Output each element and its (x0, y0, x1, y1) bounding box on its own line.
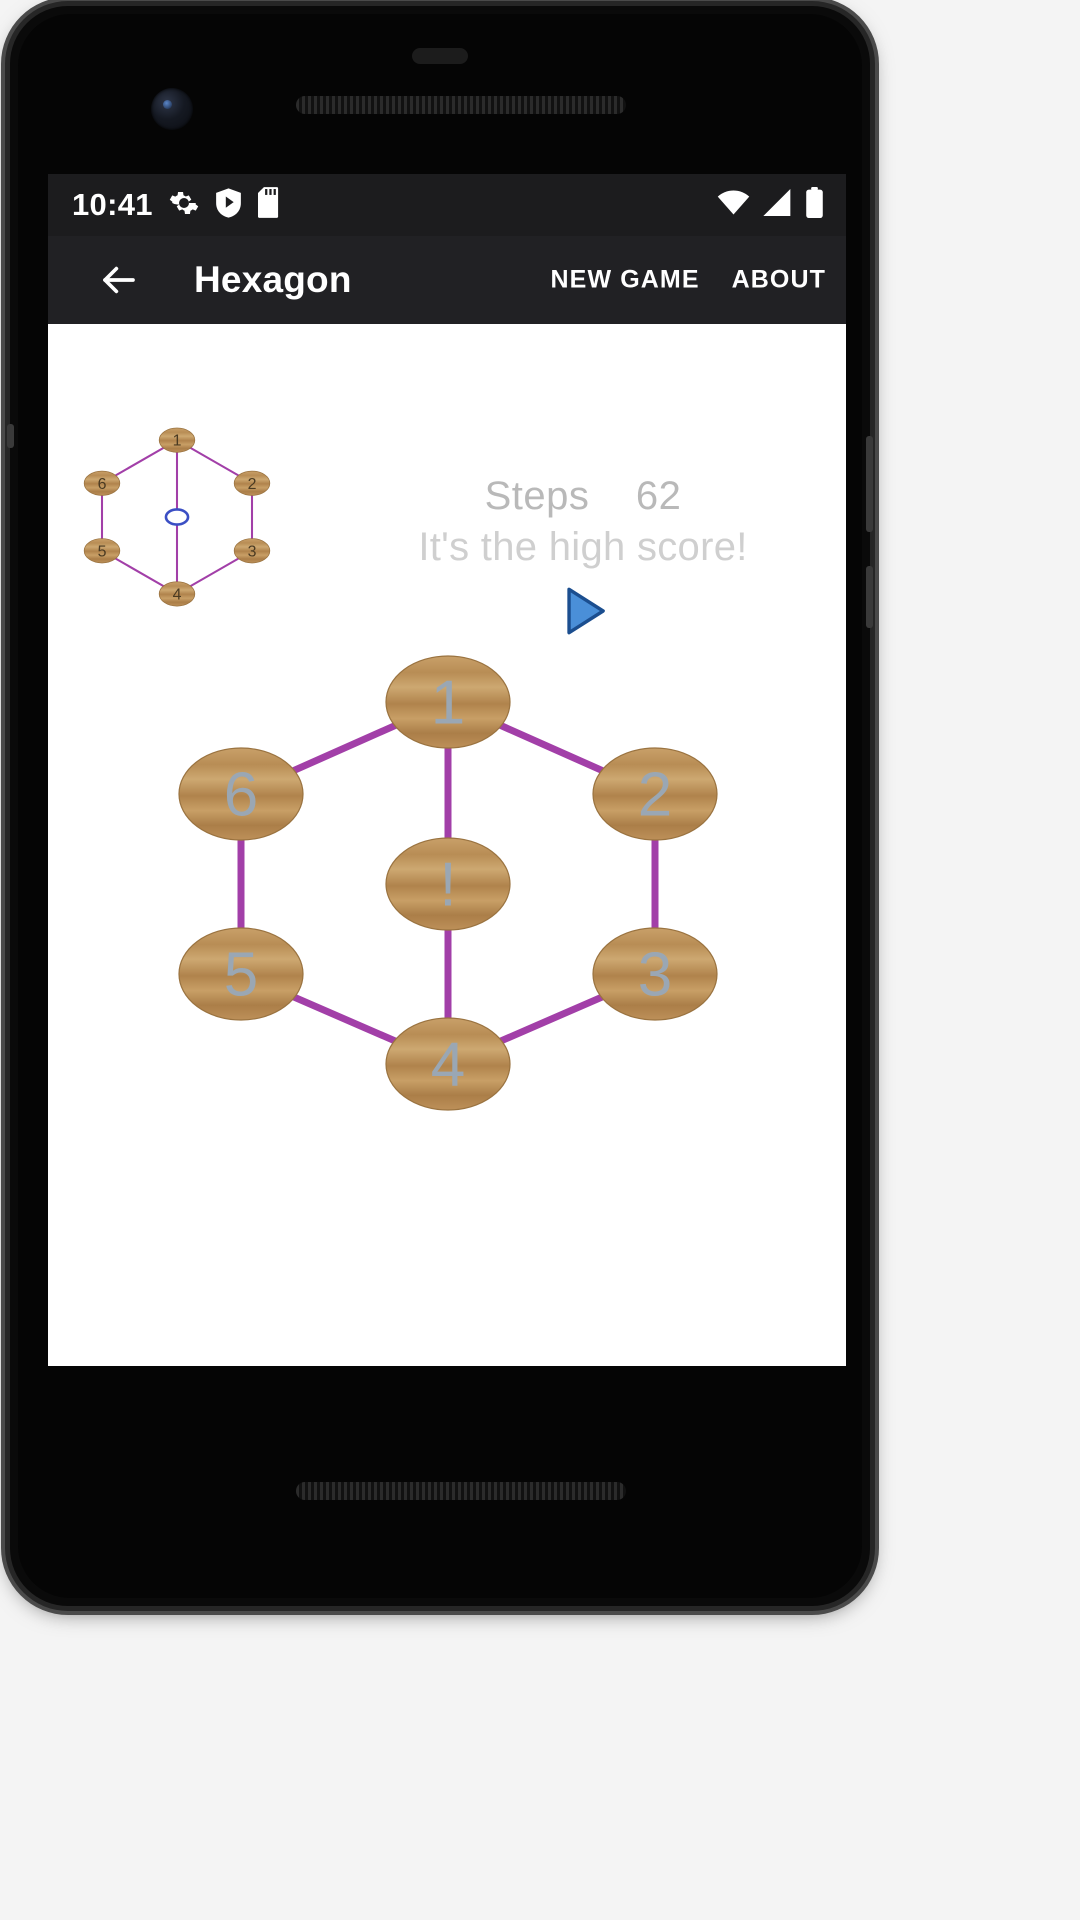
app-bar-actions: NEW GAME ABOUT (551, 266, 826, 295)
phone-screen: 10:41 Hexagon NEW GAME ABOUT 1 2 3 4 5 6… (48, 174, 846, 1366)
svg-text:2: 2 (248, 476, 257, 493)
game-content: 1 2 3 4 5 6 Steps 62 It's the high score! 1 2 3… (48, 324, 846, 1366)
svg-text:2: 2 (638, 761, 672, 830)
new-game-action[interactable]: NEW GAME (551, 266, 700, 295)
hexagon-preview[interactable]: 1 2 3 4 5 6 (62, 412, 292, 612)
volume-button[interactable] (866, 436, 873, 532)
status-bar-right (717, 174, 824, 236)
status-clock: 10:41 (72, 187, 153, 222)
top-notch (412, 48, 468, 64)
back-arrow-icon[interactable] (98, 259, 140, 301)
screenshot-stage: 10:41 Hexagon NEW GAME ABOUT 1 2 3 4 5 6… (0, 0, 1080, 1920)
svg-text:3: 3 (248, 543, 257, 560)
score-panel: Steps 62 It's the high score! (348, 474, 818, 642)
play-button[interactable] (348, 580, 818, 642)
battery-icon (805, 187, 824, 223)
shield-play-icon (215, 187, 242, 223)
cellular-signal-icon (762, 189, 793, 221)
svg-text:5: 5 (98, 543, 107, 560)
svg-text:6: 6 (224, 761, 258, 830)
about-action[interactable]: ABOUT (732, 266, 826, 295)
side-button-left[interactable] (7, 424, 14, 448)
svg-text:6: 6 (98, 476, 107, 493)
svg-text:3: 3 (638, 941, 672, 1010)
svg-text:4: 4 (431, 1031, 465, 1100)
gear-icon (169, 188, 199, 223)
front-camera (151, 88, 193, 130)
sd-card-icon (257, 187, 284, 223)
hexagon-board[interactable]: 1 2 3 4 5 6! (158, 654, 738, 1134)
status-bar: 10:41 (48, 174, 846, 236)
svg-text:1: 1 (173, 433, 182, 450)
app-bar: Hexagon NEW GAME ABOUT (48, 236, 846, 324)
bottom-speaker (296, 1482, 626, 1500)
earpiece-speaker (296, 96, 626, 114)
page-title: Hexagon (194, 259, 352, 300)
high-score-message: It's the high score! (418, 525, 748, 569)
svg-text:!: ! (439, 851, 456, 920)
power-button[interactable] (866, 566, 873, 628)
phone-device: 10:41 Hexagon NEW GAME ABOUT 1 2 3 4 5 6… (7, 6, 873, 1606)
status-bar-left: 10:41 (72, 174, 284, 236)
wifi-icon (717, 190, 750, 220)
svg-text:1: 1 (431, 669, 465, 738)
steps-counter: Steps 62 (484, 474, 682, 518)
svg-text:4: 4 (173, 586, 182, 603)
svg-text:5: 5 (224, 941, 258, 1010)
